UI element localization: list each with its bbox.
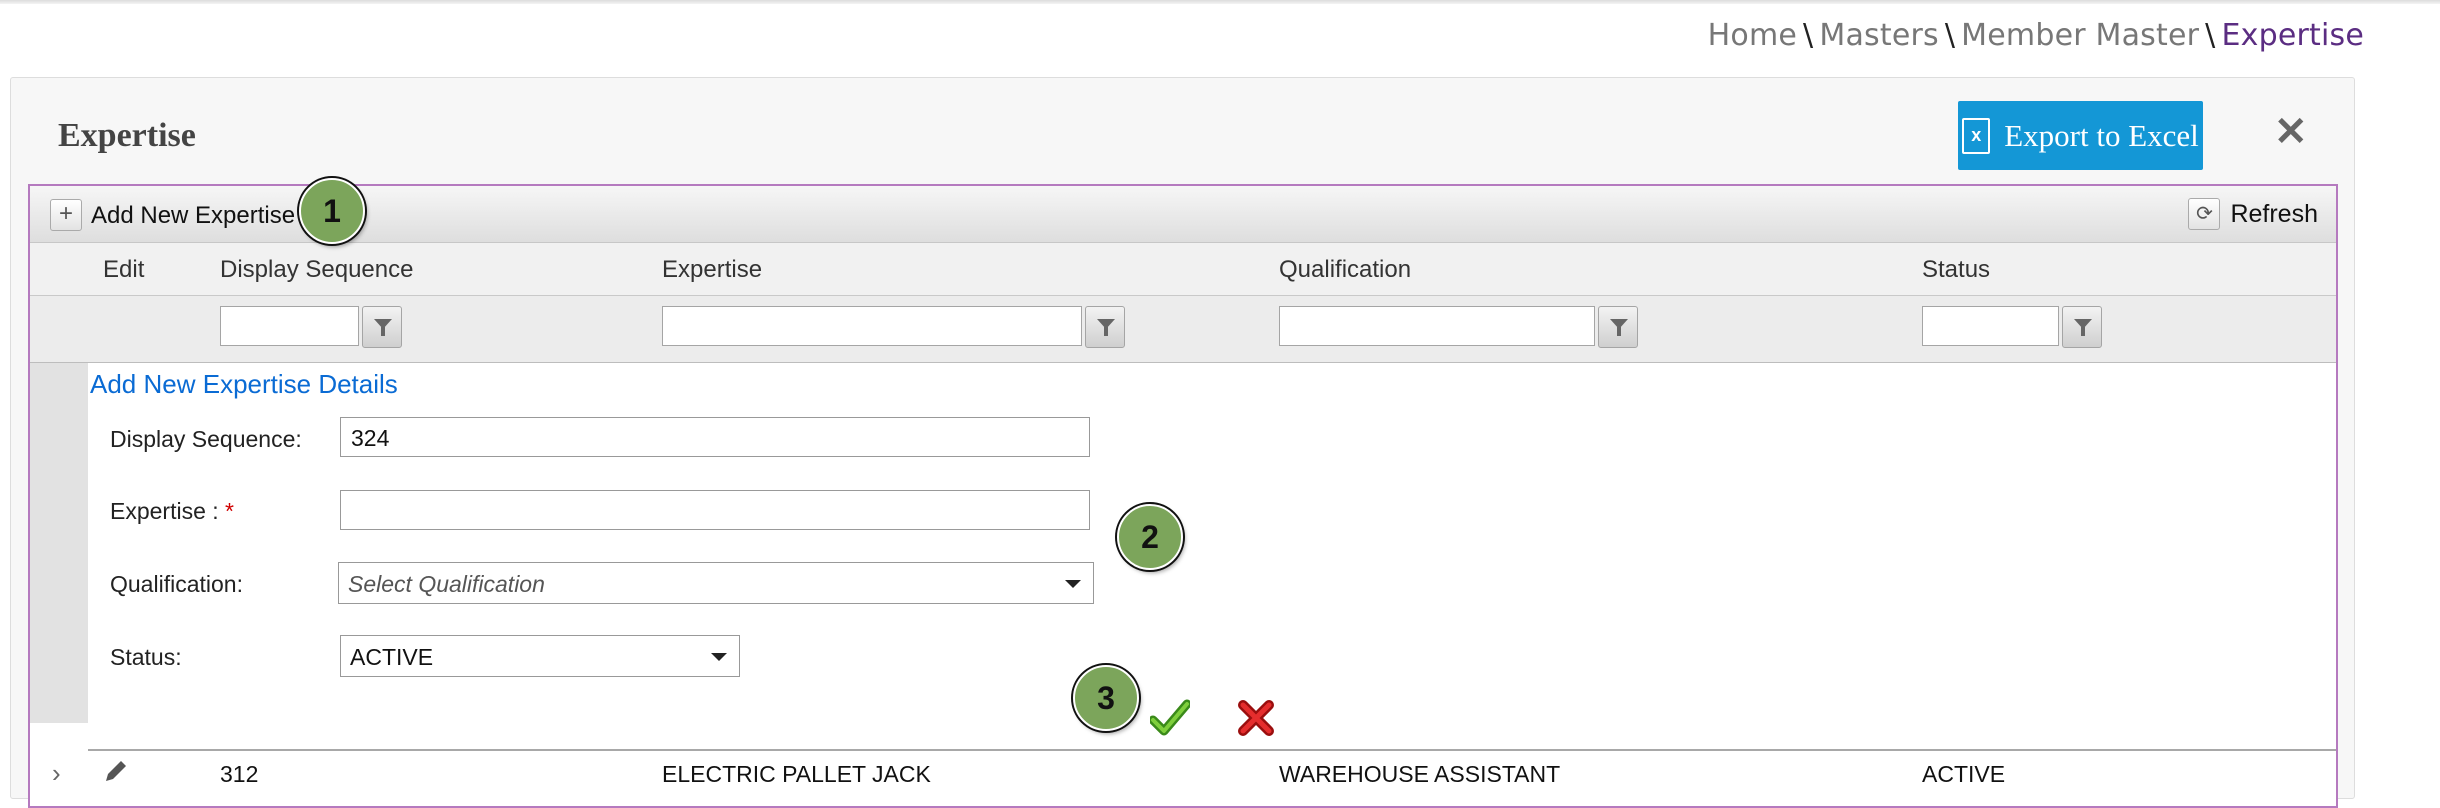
qualification-label: Qualification: bbox=[110, 571, 243, 597]
status-selected-value: ACTIVE bbox=[350, 644, 434, 670]
display-sequence-field[interactable]: 324 bbox=[340, 417, 1090, 457]
cell-qualification: WAREHOUSE ASSISTANT bbox=[1279, 761, 1561, 787]
breadcrumb-member-master[interactable]: Member Master bbox=[1961, 18, 2199, 53]
grid-toolbar: + Add New Expertise ⟳ Refresh bbox=[30, 186, 2336, 243]
cancel-cross-icon[interactable] bbox=[1237, 699, 1275, 737]
chevron-down-icon bbox=[1065, 580, 1081, 588]
cell-display-sequence: 312 bbox=[220, 761, 259, 787]
excel-icon: x bbox=[1962, 117, 1991, 154]
column-header-edit: Edit bbox=[103, 256, 145, 283]
breadcrumb-separator: \ bbox=[1944, 18, 1956, 53]
plus-icon: + bbox=[58, 200, 73, 227]
breadcrumb-current: Expertise bbox=[2221, 18, 2364, 53]
breadcrumb-home[interactable]: Home bbox=[1708, 18, 1797, 53]
step-badge-2: 2 bbox=[1117, 504, 1183, 570]
export-button-label: Export to Excel bbox=[2004, 117, 2199, 153]
filter-button-qualification[interactable] bbox=[1598, 306, 1638, 348]
filter-button-display-sequence[interactable] bbox=[362, 306, 402, 348]
export-to-excel-button[interactable]: x Export to Excel bbox=[1958, 101, 2203, 170]
expertise-field[interactable] bbox=[340, 490, 1090, 530]
row-divider bbox=[88, 749, 2336, 751]
breadcrumb: Home \ Masters \ Member Master \ Expertise bbox=[1708, 18, 2364, 53]
required-mark: * bbox=[225, 498, 234, 524]
breadcrumb-separator: \ bbox=[2205, 18, 2216, 53]
filter-input-qualification[interactable] bbox=[1279, 306, 1595, 346]
expertise-grid: + Add New Expertise ⟳ Refresh Edit Displ… bbox=[28, 184, 2338, 808]
expertise-label: Expertise : * bbox=[110, 498, 234, 525]
chevron-right-icon[interactable]: › bbox=[52, 758, 61, 789]
table-row[interactable]: › 312 ELECTRIC PALLET JACK WAREHOUSE ASS… bbox=[30, 752, 2336, 806]
filter-button-expertise[interactable] bbox=[1085, 306, 1125, 348]
column-header-status[interactable]: Status bbox=[1922, 256, 1990, 284]
close-icon[interactable]: ✕ bbox=[2274, 112, 2308, 152]
top-border bbox=[0, 0, 2440, 4]
qualification-placeholder: Select Qualification bbox=[348, 571, 545, 597]
add-new-expertise-button[interactable]: + bbox=[50, 199, 82, 231]
grid-filter-row bbox=[30, 296, 2336, 363]
expertise-label-text: Expertise : bbox=[110, 498, 226, 524]
edit-pencil-icon[interactable] bbox=[102, 757, 130, 785]
filter-input-expertise[interactable] bbox=[662, 306, 1082, 346]
filter-input-display-sequence[interactable] bbox=[220, 306, 359, 346]
row-indent-strip bbox=[30, 363, 88, 723]
page-title: Expertise bbox=[58, 117, 196, 154]
refresh-label[interactable]: Refresh bbox=[2230, 200, 2318, 229]
cell-status: ACTIVE bbox=[1922, 761, 2006, 787]
step-badge-3: 3 bbox=[1073, 665, 1139, 731]
status-select[interactable]: ACTIVE bbox=[340, 635, 740, 677]
step-badge-1: 1 bbox=[299, 178, 365, 244]
status-label: Status: bbox=[110, 644, 182, 670]
grid-header-row: Edit Display Sequence Expertise Qualific… bbox=[30, 243, 2336, 296]
save-check-icon[interactable] bbox=[1150, 698, 1190, 738]
filter-input-status[interactable] bbox=[1922, 306, 2059, 346]
column-header-display-sequence[interactable]: Display Sequence bbox=[220, 256, 413, 284]
add-new-expertise-label[interactable]: Add New Expertise bbox=[91, 202, 295, 230]
cell-expertise: ELECTRIC PALLET JACK bbox=[662, 761, 931, 787]
column-header-expertise[interactable]: Expertise bbox=[662, 256, 762, 284]
display-sequence-label: Display Sequence: bbox=[110, 426, 302, 452]
filter-button-status[interactable] bbox=[2062, 306, 2102, 348]
chevron-down-icon bbox=[711, 653, 727, 661]
breadcrumb-masters[interactable]: Masters bbox=[1819, 18, 1938, 53]
add-form-title: Add New Expertise Details bbox=[90, 369, 398, 399]
breadcrumb-separator: \ bbox=[1803, 18, 1814, 53]
refresh-control[interactable]: ⟳ Refresh bbox=[2188, 198, 2318, 230]
column-header-qualification[interactable]: Qualification bbox=[1279, 256, 1411, 284]
refresh-icon[interactable]: ⟳ bbox=[2188, 198, 2221, 230]
qualification-select[interactable]: Select Qualification bbox=[338, 562, 1094, 604]
